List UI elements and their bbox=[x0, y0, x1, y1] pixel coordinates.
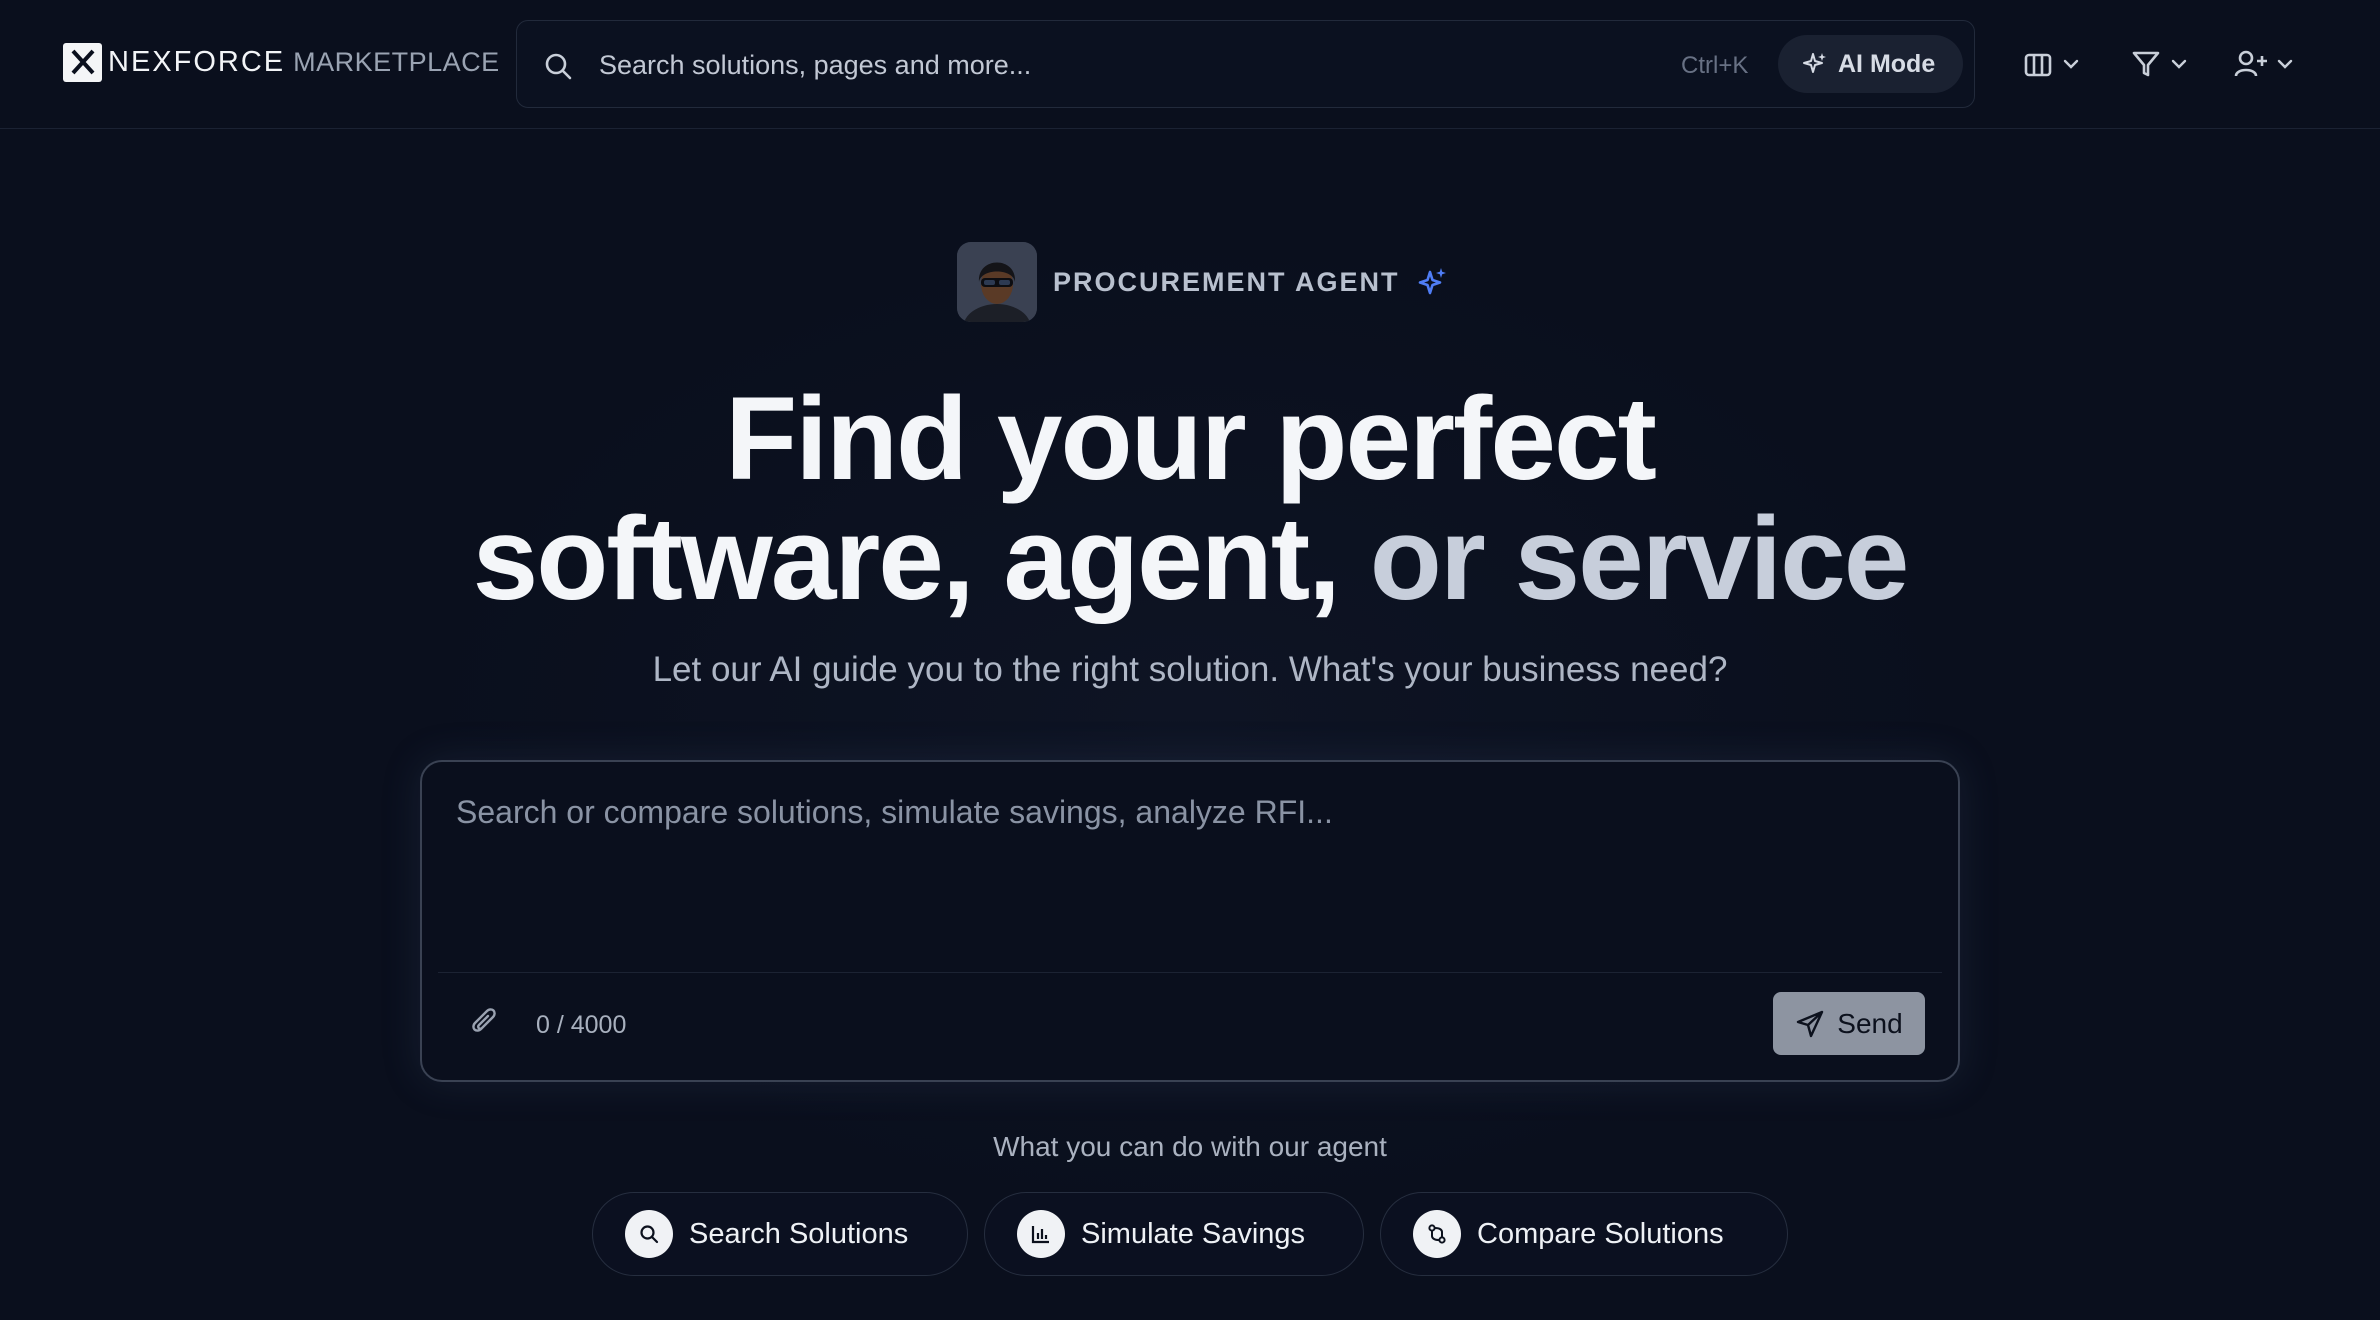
ai-mode-button[interactable]: AI Mode bbox=[1778, 35, 1963, 93]
simulate-savings-button[interactable]: Simulate Savings bbox=[984, 1192, 1364, 1276]
user-menu-button[interactable] bbox=[2234, 44, 2294, 84]
logo[interactable]: NEXFORCE MARKETPLACE bbox=[63, 42, 500, 82]
search-shortcut-hint: Ctrl+K bbox=[1681, 52, 1749, 79]
user-plus-icon bbox=[2234, 50, 2267, 77]
headline-line-2-primary: software, agent, bbox=[472, 493, 1341, 625]
compare-solutions-label: Compare Solutions bbox=[1477, 1217, 1724, 1250]
building-icon bbox=[2024, 53, 2052, 77]
simulate-savings-label: Simulate Savings bbox=[1081, 1217, 1306, 1250]
brand-subtitle: MARKETPLACE bbox=[293, 46, 500, 77]
search-solutions-label: Search Solutions bbox=[689, 1217, 909, 1250]
composer-divider bbox=[438, 972, 1942, 973]
agent-prompt-composer: Search or compare solutions, simulate sa… bbox=[420, 760, 1960, 1082]
search-icon bbox=[543, 51, 573, 86]
global-search-input[interactable]: Search solutions, pages and more... bbox=[599, 50, 1031, 81]
prompt-textarea[interactable]: Search or compare solutions, simulate sa… bbox=[456, 794, 1333, 831]
sparkle-icon bbox=[1418, 268, 1446, 295]
capabilities-heading: What you can do with our agent bbox=[993, 1131, 1387, 1162]
capability-pills: Search Solutions Simulate Savings Compar… bbox=[0, 1192, 2380, 1276]
chevron-down-icon bbox=[2277, 59, 2293, 69]
ai-mode-label: AI Mode bbox=[1838, 49, 1936, 78]
headline-line-1: Find your perfect bbox=[725, 373, 1657, 505]
sparkle-icon bbox=[1803, 53, 1826, 73]
organization-menu-button[interactable] bbox=[2022, 44, 2080, 84]
filter-icon bbox=[2132, 51, 2160, 77]
search-icon bbox=[625, 1210, 673, 1258]
top-header: NEXFORCE MARKETPLACE Search solutions, p… bbox=[0, 0, 2380, 129]
agent-avatar bbox=[957, 242, 1037, 322]
bar-chart-icon bbox=[1017, 1210, 1065, 1258]
global-search-bar[interactable]: Search solutions, pages and more... Ctrl… bbox=[516, 20, 1975, 108]
send-button[interactable]: Send bbox=[1773, 992, 1925, 1055]
send-icon bbox=[1797, 1010, 1824, 1037]
paperclip-icon bbox=[472, 1008, 496, 1032]
character-counter: 0 / 4000 bbox=[536, 1011, 627, 1039]
brand-name: NEXFORCE bbox=[108, 45, 286, 78]
search-solutions-button[interactable]: Search Solutions bbox=[592, 1192, 968, 1276]
headline-line-2: software, agent, or service bbox=[0, 500, 2380, 618]
compare-solutions-button[interactable]: Compare Solutions bbox=[1380, 1192, 1788, 1276]
attach-file-button[interactable] bbox=[468, 1006, 502, 1045]
agent-badge: PROCUREMENT AGENT bbox=[957, 242, 1448, 322]
marketplace-page: NEXFORCE MARKETPLACE Search solutions, p… bbox=[0, 0, 2380, 1320]
agent-label: PROCUREMENT AGENT bbox=[1053, 266, 1400, 297]
chevron-down-icon bbox=[2171, 59, 2187, 69]
send-label: Send bbox=[1837, 1007, 1903, 1039]
filter-menu-button[interactable] bbox=[2130, 44, 2188, 84]
headline-line-2-accent: or service bbox=[1369, 493, 1910, 625]
compare-icon bbox=[1413, 1210, 1461, 1258]
logo-x-icon bbox=[63, 42, 102, 82]
chevron-down-icon bbox=[2063, 59, 2079, 69]
hero-subtitle: Let our AI guide you to the right soluti… bbox=[652, 650, 1728, 689]
